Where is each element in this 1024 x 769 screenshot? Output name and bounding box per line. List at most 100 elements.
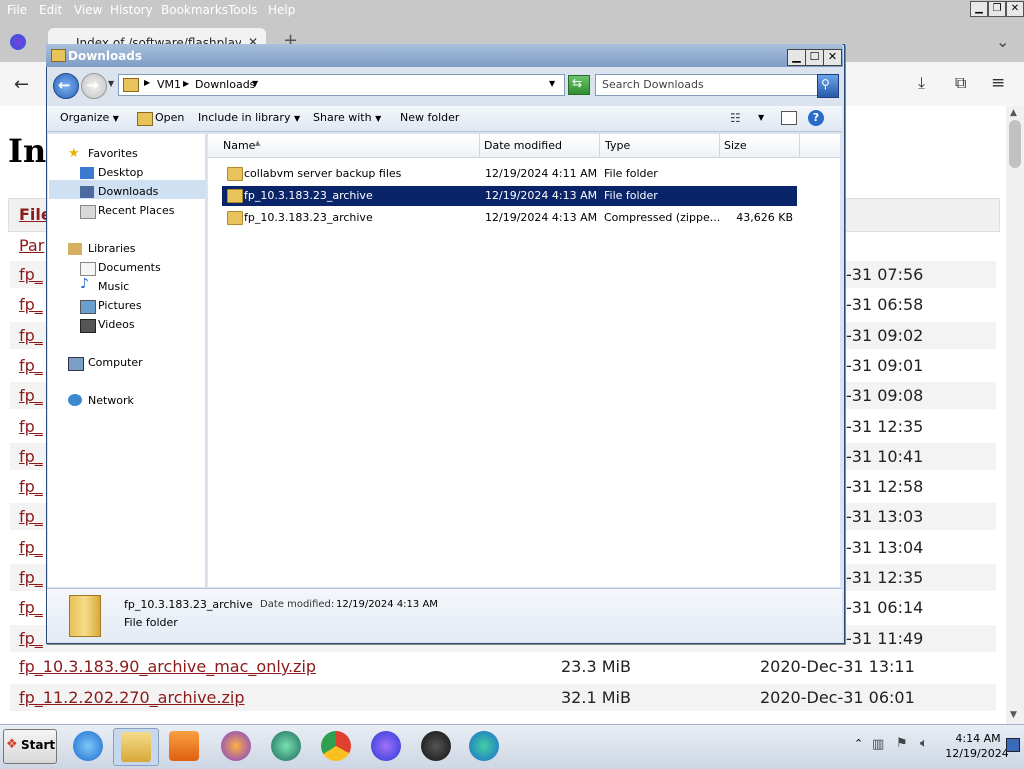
column-divider[interactable] (799, 134, 800, 157)
preview-pane-icon[interactable] (781, 111, 797, 125)
page-scrollbar[interactable]: ▲ ▼ (1006, 106, 1024, 724)
file-link[interactable]: fp_11.2.202.270_archive.zip (19, 688, 244, 707)
open-button[interactable]: Open (155, 111, 184, 124)
file-link[interactable]: fp_ (19, 507, 43, 526)
nav-videos[interactable]: Videos (98, 318, 135, 331)
include-label: Include in library (198, 111, 291, 124)
downloads-folder-icon (123, 78, 139, 92)
back-button[interactable]: ← (53, 73, 79, 99)
nav-network[interactable]: Network (88, 394, 134, 407)
folder-icon (51, 49, 66, 62)
share-with-button[interactable]: Share with ▼ (313, 111, 381, 124)
volume-icon[interactable]: 🔈︎ (920, 736, 928, 751)
address-bar[interactable]: ▶ VM1 ▶ Downloads ▼ ▼ (118, 74, 565, 96)
show-desktop-icon[interactable] (1006, 738, 1020, 752)
breadcrumb-chevron-icon[interactable]: ▼ (252, 79, 258, 88)
address-history-chevron-icon[interactable]: ▼ (549, 79, 555, 88)
file-date: 2020-Dec-31 13:11 (760, 657, 915, 676)
nav-favorites[interactable]: Favorites (88, 147, 138, 160)
nav-computer[interactable]: Computer (88, 356, 143, 369)
taskbar-app-green[interactable] (264, 728, 308, 764)
file-link[interactable]: fp_ (19, 568, 43, 587)
file-link[interactable]: fp_ (19, 386, 43, 405)
help-icon[interactable]: ? (808, 110, 824, 126)
scroll-down-icon[interactable]: ▼ (1010, 710, 1017, 720)
file-link[interactable]: fp_10.3.183.90_archive_mac_only.zip (19, 657, 316, 676)
network-tray-icon[interactable]: ▥ (872, 737, 884, 752)
column-divider[interactable] (479, 134, 480, 157)
organize-button[interactable]: Organize ▼ (60, 111, 119, 124)
action-center-flag-icon[interactable]: ⚑ (896, 736, 908, 751)
taskbar-internet-explorer[interactable] (66, 728, 110, 764)
show-hidden-icons-icon[interactable]: ⌃ (854, 737, 863, 750)
close-button[interactable]: ✕ (1006, 1, 1024, 17)
file-link[interactable]: fp_ (19, 477, 43, 496)
nav-desktop[interactable]: Desktop (98, 166, 143, 179)
nav-downloads[interactable]: Downloads (98, 185, 158, 198)
clock-date[interactable]: 12/19/2024 (944, 747, 1010, 760)
taskbar-firefox[interactable] (214, 728, 258, 764)
nav-pictures[interactable]: Pictures (98, 299, 142, 312)
file-date: -31 12:35 (846, 417, 924, 436)
refresh-icon: ⇆ (572, 76, 583, 90)
forward-button[interactable]: → (81, 73, 107, 99)
column-name[interactable]: Name (223, 139, 255, 152)
column-type[interactable]: Type (605, 139, 630, 152)
explorer-close-button[interactable]: ✕ (823, 49, 842, 66)
breadcrumb-vm1[interactable]: VM1 (157, 78, 181, 91)
file-row[interactable]: fp_10.3.183.23_archive 12/19/2024 4:13 AM… (222, 186, 797, 206)
file-link[interactable]: fp_ (19, 295, 43, 314)
file-link[interactable]: fp_ (19, 538, 43, 557)
file-link[interactable]: fp_ (19, 417, 43, 436)
breadcrumb-downloads[interactable]: Downloads (195, 78, 255, 91)
taskbar-obs[interactable] (414, 728, 458, 764)
file-link[interactable]: fp_ (19, 356, 43, 375)
explorer-minimize-button[interactable]: ▁ (787, 49, 806, 66)
file-date-modified: 12/19/2024 4:13 AM (485, 189, 598, 202)
nav-libraries[interactable]: Libraries (88, 242, 136, 255)
details-type: File folder (124, 616, 178, 629)
taskbar-media-player[interactable] (162, 728, 206, 764)
explorer-titlebar[interactable] (46, 44, 843, 67)
column-divider[interactable] (599, 134, 600, 157)
file-link[interactable]: fp_ (19, 326, 43, 345)
taskbar-edge[interactable] (462, 728, 506, 764)
file-size: 23.3 MiB (561, 657, 631, 676)
scroll-thumb[interactable] (1009, 120, 1021, 168)
sort-ascending-icon: ▲ (255, 139, 261, 147)
music-icon: ♪ (80, 276, 89, 292)
file-row[interactable]: fp_10.3.183.23_archive 12/19/2024 4:13 AM… (222, 208, 797, 228)
column-divider[interactable] (719, 134, 720, 157)
file-link[interactable]: fp_ (19, 265, 43, 284)
new-folder-button[interactable]: New folder (400, 111, 459, 124)
taskbar-explorer[interactable] (113, 728, 159, 766)
search-input[interactable]: Search Downloads (602, 78, 704, 91)
refresh-button[interactable]: ⇆ (568, 75, 590, 95)
file-date-modified: 12/19/2024 4:11 AM (485, 167, 598, 180)
scroll-up-icon[interactable]: ▲ (1010, 108, 1017, 118)
breadcrumb-chevron-icon[interactable]: ▶ (144, 78, 150, 87)
nav-recent-places[interactable]: Recent Places (98, 204, 175, 217)
file-row[interactable]: collabvm server backup files 12/19/2024 4… (222, 164, 797, 184)
column-size[interactable]: Size (724, 139, 747, 152)
file-link[interactable]: fp_ (19, 598, 43, 617)
file-link[interactable]: fp_ (19, 447, 43, 466)
change-view-icon[interactable]: ☷ (730, 111, 741, 125)
nav-music[interactable]: Music (98, 280, 129, 293)
search-icon: ⚲ (821, 77, 830, 91)
breadcrumb-chevron-icon[interactable]: ▶ (183, 79, 189, 88)
file-link[interactable]: fp_ (19, 629, 43, 648)
include-in-library-button[interactable]: Include in library ▼ (198, 111, 300, 124)
recent-pages-chevron-icon[interactable]: ▼ (108, 79, 114, 88)
start-button[interactable]: ❖ Start (3, 729, 57, 764)
column-date-modified[interactable]: Date modified (484, 139, 562, 152)
nav-documents[interactable]: Documents (98, 261, 161, 274)
explorer-maximize-button[interactable]: ☐ (805, 49, 824, 66)
file-name: fp_10.3.183.23_archive (244, 189, 373, 202)
search-box[interactable]: Search Downloads (595, 74, 819, 96)
view-options-chevron-icon[interactable]: ▼ (758, 113, 764, 122)
clock-time[interactable]: 4:14 AM (948, 732, 1008, 745)
taskbar-chrome[interactable] (314, 728, 358, 764)
taskbar-firefox-nightly[interactable] (364, 728, 408, 764)
search-button[interactable]: ⚲ (817, 74, 839, 98)
